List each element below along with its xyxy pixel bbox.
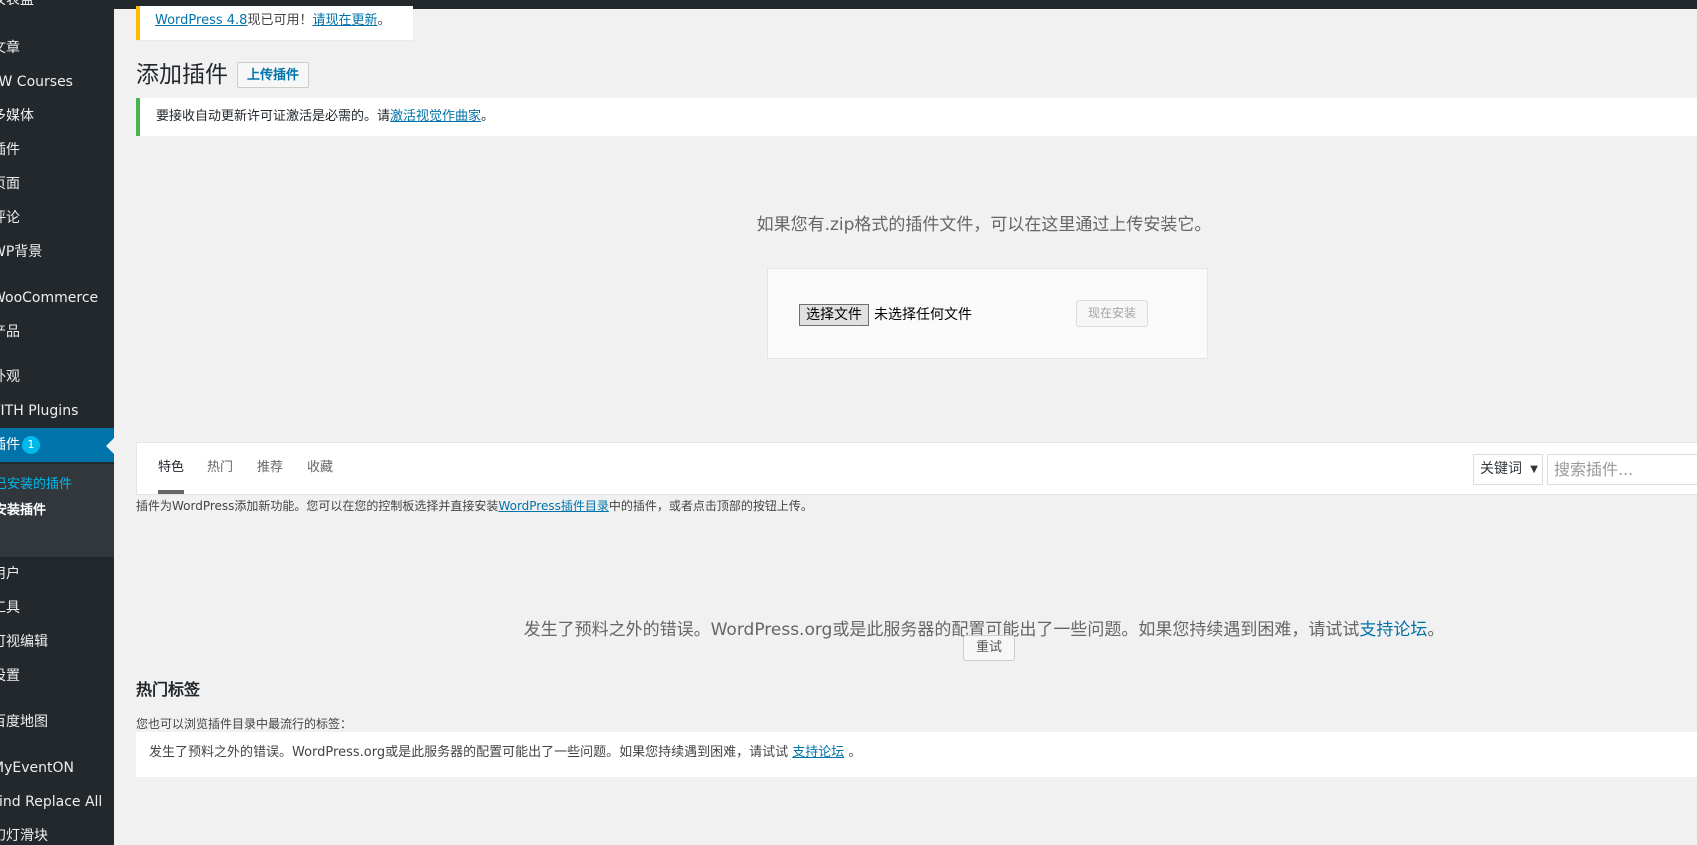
sidebar-item-woocommerce[interactable]: WooCommerce [0, 284, 114, 312]
search-type-select[interactable]: 关键词 ▼ [1473, 454, 1543, 485]
update-now-link[interactable]: 请现在更新 [312, 13, 377, 28]
support-forum-link[interactable]: 支持论坛 [1359, 620, 1427, 640]
update-notice: WordPress 4.8现已可用！请现在更新。 [136, 6, 413, 40]
tab-recommended[interactable]: 推荐 [257, 443, 283, 494]
upload-plugin-button[interactable]: 上传插件 [237, 62, 310, 88]
upload-form: 选择文件 未选择任何文件 现在安装 [767, 268, 1208, 359]
search-type-value: 关键词 [1480, 461, 1522, 477]
error-message: 发生了预料之外的错误。WordPress.org或是此服务器的配置可能出了一些问… [136, 615, 1697, 640]
chevron-down-icon: ▼ [1530, 464, 1538, 475]
retry-button[interactable]: 重试 [963, 635, 1016, 661]
license-notice: 要接收自动更新许可证激活是必需的。请激活视觉作曲家。 [136, 98, 1697, 136]
sidebar-item-visual-editor[interactable]: 可视编辑 [0, 628, 114, 656]
sidebar-item-myeventon[interactable]: MyEventON [0, 754, 114, 782]
sidebar-item-dashboard[interactable]: 仪表盘 [0, 0, 114, 14]
tab-featured[interactable]: 特色 [158, 443, 185, 494]
tab-favorites[interactable]: 收藏 [307, 443, 333, 494]
tags-support-forum-link[interactable]: 支持论坛 [792, 745, 844, 760]
error-end: 。 [1427, 620, 1445, 640]
upload-description: 如果您有.zip格式的插件文件，可以在这里通过上传安装它。 [756, 215, 1212, 235]
plugin-filter-bar: 特色 热门 推荐 收藏 关键词 ▼ 搜索插件... [136, 442, 1697, 495]
wordpress-version-link[interactable]: WordPress 4.8 [155, 13, 247, 28]
choose-file-button[interactable]: 选择文件 [799, 304, 869, 326]
intro-text: 插件为WordPress添加新功能。您可以在您的控制板选择并直接安装WordPr… [136, 498, 813, 514]
sidebar-item-appearance[interactable]: 外观 [0, 363, 114, 391]
sidebar-item-media[interactable]: 多媒体 [0, 102, 114, 130]
popular-tags-error: 发生了预料之外的错误。WordPress.org或是此服务器的配置可能出了一些问… [136, 732, 1697, 777]
sidebar-item-label: 插件 [0, 437, 20, 453]
intro-text-after: 中的插件，或者点击顶部的按钮上传。 [608, 499, 813, 513]
error-text: 发生了预料之外的错误。WordPress.org或是此服务器的配置可能出了一些问… [523, 620, 1360, 640]
install-now-button[interactable]: 现在安装 [1076, 300, 1149, 327]
sidebar-item-products[interactable]: 产品 [0, 318, 114, 346]
sidebar-item-settings[interactable]: 设置 [0, 662, 114, 690]
popular-tags-heading: 热门标签 [136, 680, 201, 699]
search-plugins-input[interactable]: 搜索插件... [1547, 454, 1697, 485]
plugin-directory-link[interactable]: WordPress插件目录 [498, 499, 608, 513]
plugins-submenu: 已安装的插件 安装插件 [0, 464, 114, 557]
activate-composer-link[interactable]: 激活视觉作曲家 [390, 109, 481, 124]
sidebar-item-tools[interactable]: 工具 [0, 594, 114, 622]
popular-tags-description: 您也可以浏览插件目录中最流行的标签： [136, 717, 353, 731]
sidebar-item-slider[interactable]: 幻灯滑块 [0, 822, 114, 845]
tab-popular[interactable]: 热门 [207, 443, 233, 494]
submenu-installed-plugins[interactable]: 已安装的插件 [0, 474, 114, 496]
tags-error-text: 发生了预料之外的错误。WordPress.org或是此服务器的配置可能出了一些问… [149, 745, 793, 760]
sidebar-item-plugins[interactable]: 插件1 [0, 428, 114, 462]
admin-sidebar: 仪表盘文章LW Courses多媒体插件页面评论WP背景WooCommerce产… [0, 0, 114, 845]
intro-text-before: 插件为WordPress添加新功能。您可以在您的控制板选择并直接安装 [136, 499, 499, 513]
sidebar-item-posts[interactable]: 文章 [0, 34, 114, 62]
sidebar-item-plugins-alt[interactable]: 插件 [0, 136, 114, 164]
submenu-add-plugins[interactable]: 安装插件 [0, 500, 114, 522]
sidebar-item-yith-plugins[interactable]: YITH Plugins [0, 397, 114, 425]
tags-error-end: 。 [844, 745, 862, 760]
sidebar-item-users[interactable]: 用户 [0, 560, 114, 588]
sidebar-item-pages[interactable]: 页面 [0, 170, 114, 198]
update-notice-text: 现已可用！ [247, 13, 313, 28]
page-title: 添加插件 [136, 62, 228, 88]
file-status-text: 未选择任何文件 [874, 307, 972, 323]
sidebar-item-lw-courses[interactable]: LW Courses [0, 68, 114, 96]
sidebar-item-baidu-map[interactable]: 百度地图 [0, 708, 114, 736]
update-count-badge: 1 [22, 436, 40, 454]
license-notice-text: 要接收自动更新许可证激活是必需的。请 [156, 109, 391, 124]
license-notice-end: 。 [481, 109, 495, 124]
sidebar-item-wp-background[interactable]: WP背景 [0, 238, 114, 266]
sidebar-item-find-replace-all[interactable]: Find Replace All [0, 788, 114, 816]
sidebar-item-comments[interactable]: 评论 [0, 204, 114, 232]
update-notice-end: 。 [377, 13, 391, 28]
